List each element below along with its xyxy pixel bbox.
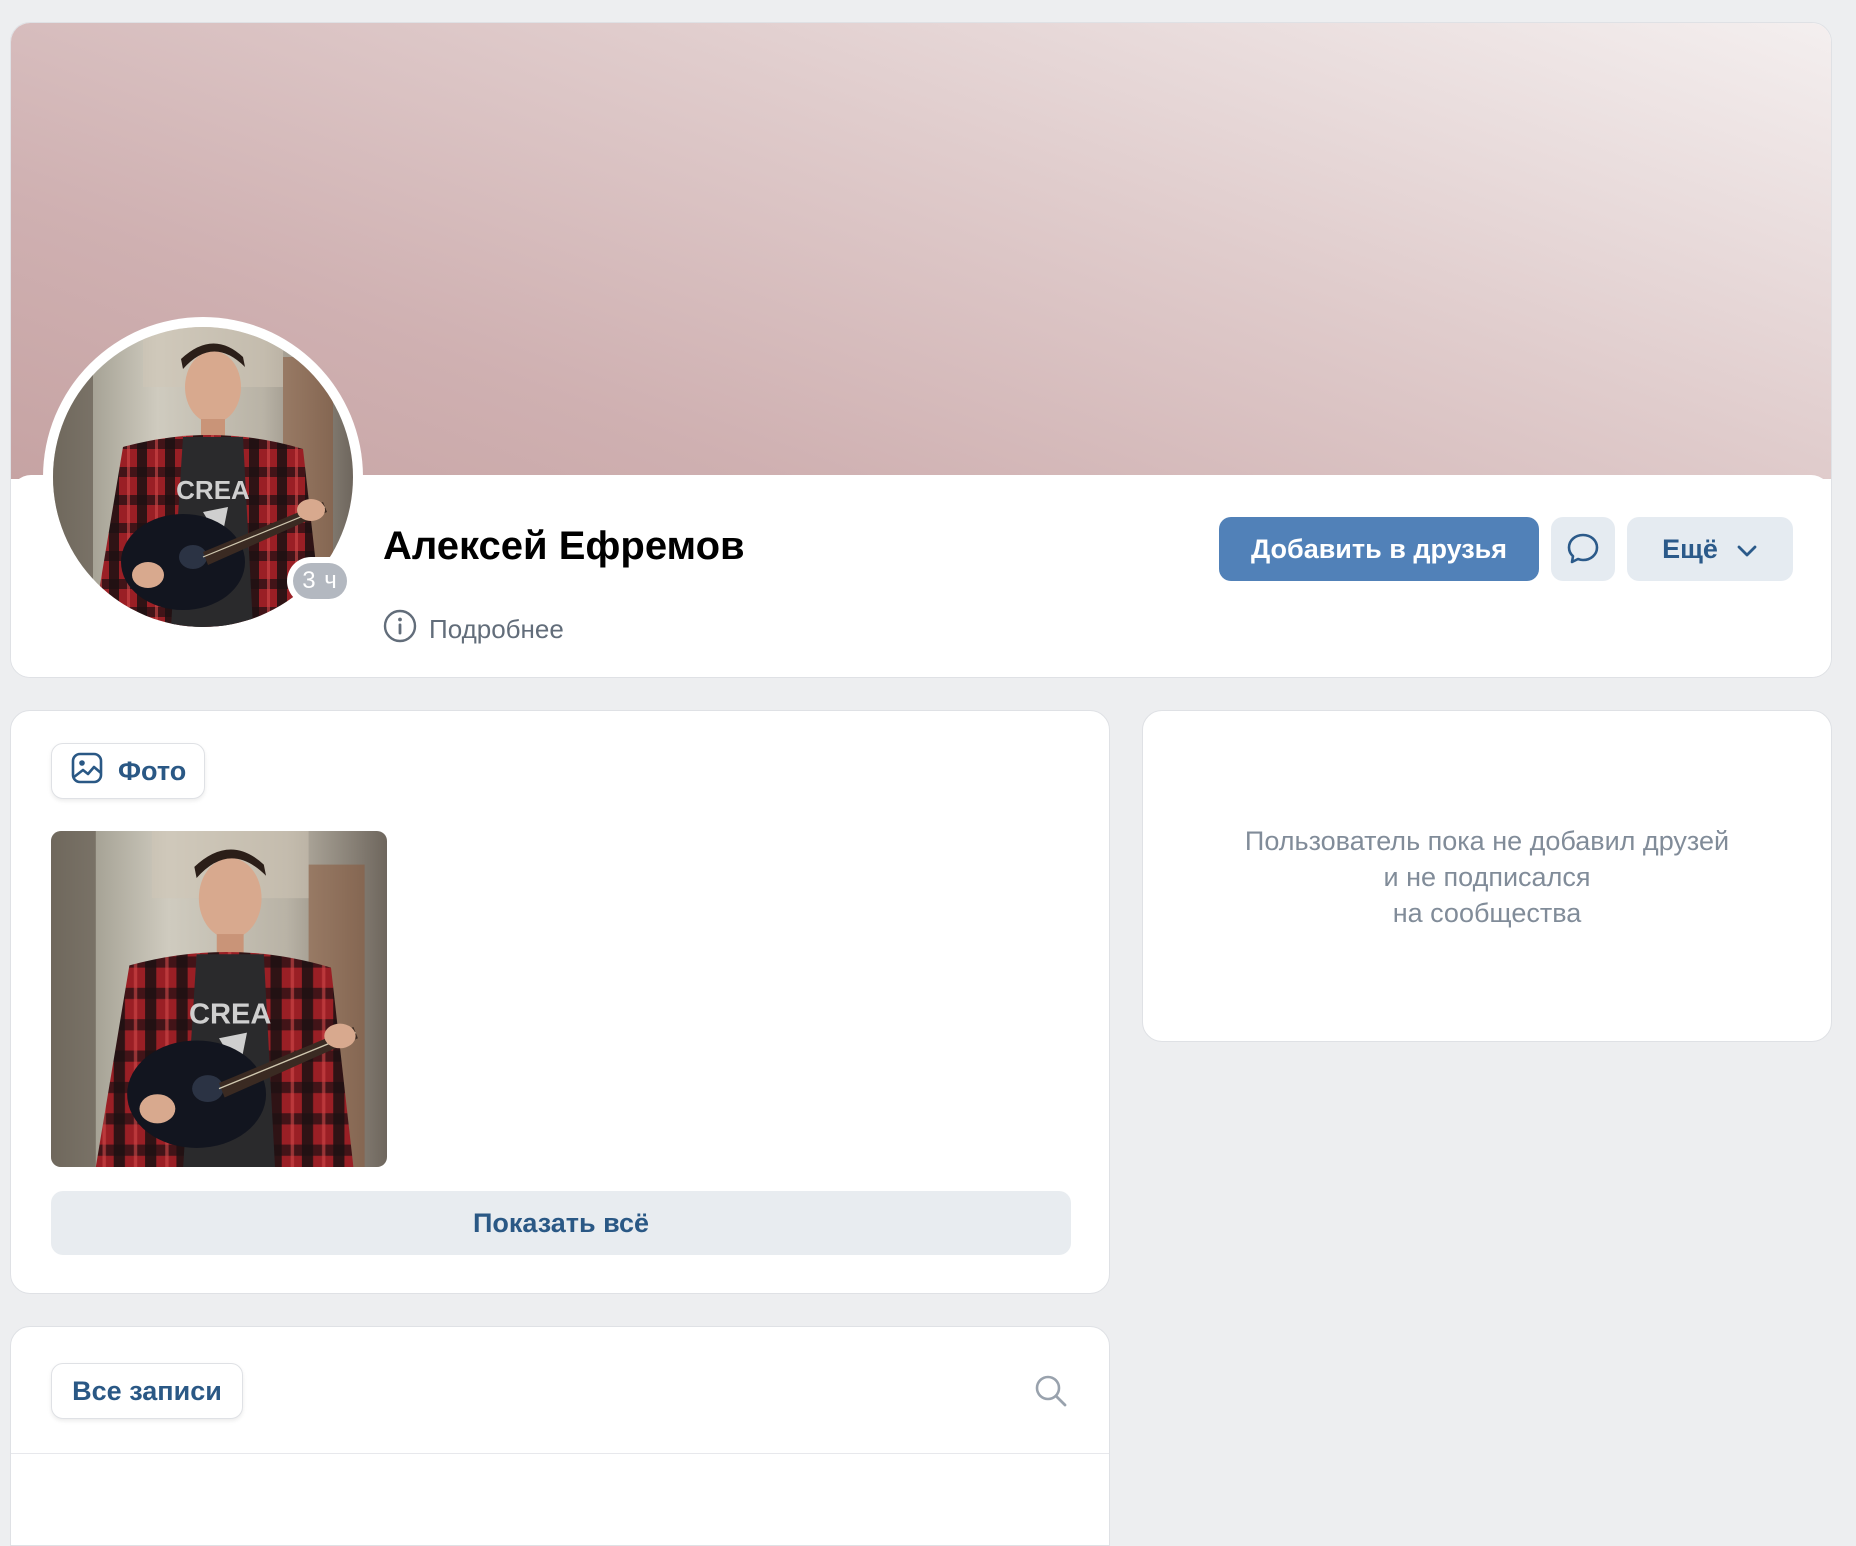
last-seen-badge: 3 ч	[287, 557, 353, 605]
profile-avatar[interactable]: 3 ч	[43, 317, 363, 637]
photos-card: Фото Показать всё	[10, 710, 1110, 1294]
friends-card: Пользователь пока не добавил друзей и не…	[1142, 710, 1832, 1042]
all-posts-tab-label: Все записи	[72, 1375, 222, 1406]
all-posts-tab[interactable]: Все записи	[51, 1363, 243, 1419]
add-friend-button[interactable]: Добавить в друзья	[1219, 517, 1539, 581]
friends-empty-line: на сообщества	[1392, 898, 1582, 928]
more-actions-button[interactable]: Ещё	[1627, 517, 1793, 581]
message-bubble-icon	[1566, 531, 1600, 568]
wall-card: Все записи	[10, 1326, 1110, 1546]
chevron-down-icon	[1736, 534, 1758, 565]
photo-icon	[70, 751, 104, 792]
friends-empty-line: Пользователь пока не добавил друзей	[1244, 826, 1730, 856]
last-seen-text: 3 ч	[293, 563, 347, 599]
photos-tab-label: Фото	[118, 755, 187, 786]
more-actions-label: Ещё	[1662, 533, 1718, 564]
photos-tab[interactable]: Фото	[51, 743, 205, 799]
info-icon	[383, 609, 417, 650]
message-button[interactable]	[1551, 517, 1615, 581]
wall-divider	[11, 1453, 1109, 1454]
friends-empty-line: и не подписался	[1383, 862, 1591, 892]
search-icon[interactable]	[1033, 1373, 1069, 1409]
show-all-photos-button[interactable]: Показать всё	[51, 1191, 1071, 1255]
photo-thumbnail[interactable]	[51, 831, 387, 1167]
profile-header-card: 3 ч Алексей Ефремов Подробнее Добавить в…	[10, 22, 1832, 678]
friends-empty-message: Пользователь пока не добавил друзей и не…	[1143, 823, 1831, 931]
profile-name: Алексей Ефремов	[383, 524, 745, 568]
profile-details-link[interactable]: Подробнее	[383, 609, 564, 649]
profile-details-label: Подробнее	[429, 613, 564, 644]
